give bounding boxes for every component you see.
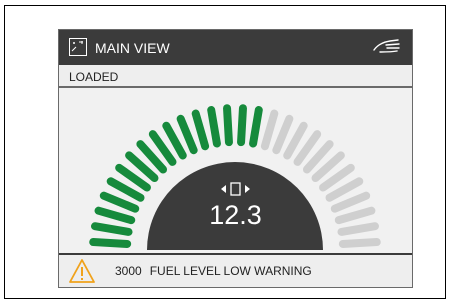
warning-bar: 3000 FUEL LEVEL LOW WARNING — [59, 253, 412, 287]
status-text: LOADED — [69, 70, 119, 84]
warning-icon — [69, 259, 95, 283]
gauge-segment — [89, 238, 132, 248]
warning-message: 3000 FUEL LEVEL LOW WARNING — [115, 264, 312, 278]
status-bar: LOADED — [59, 65, 412, 88]
warning-text: FUEL LEVEL LOW WARNING — [149, 264, 312, 278]
gauge-segment — [260, 109, 279, 151]
warning-code: 3000 — [115, 264, 142, 278]
gauge-segment — [249, 106, 263, 148]
display-screen: MAIN VIEW LOADED 12.3 3000FUEL LEVEL LO — [58, 29, 413, 288]
view-icon[interactable] — [69, 38, 87, 56]
page-title: MAIN VIEW — [95, 40, 170, 56]
gauge-segment — [237, 104, 247, 147]
header-bar: MAIN VIEW — [59, 30, 412, 65]
gauge-segment — [191, 109, 210, 151]
hand-icon[interactable] — [372, 36, 402, 58]
figure-frame: MAIN VIEW LOADED 12.3 3000FUEL LEVEL LO — [4, 5, 446, 299]
gauge-segment — [272, 114, 294, 155]
gauge-segment — [176, 114, 198, 155]
gauge-segment — [338, 238, 381, 248]
tilt-indicator-icon — [221, 182, 250, 196]
gauge-segment — [207, 106, 221, 148]
gauge-segment — [223, 104, 233, 147]
gauge-value: 12.3 — [209, 200, 262, 230]
